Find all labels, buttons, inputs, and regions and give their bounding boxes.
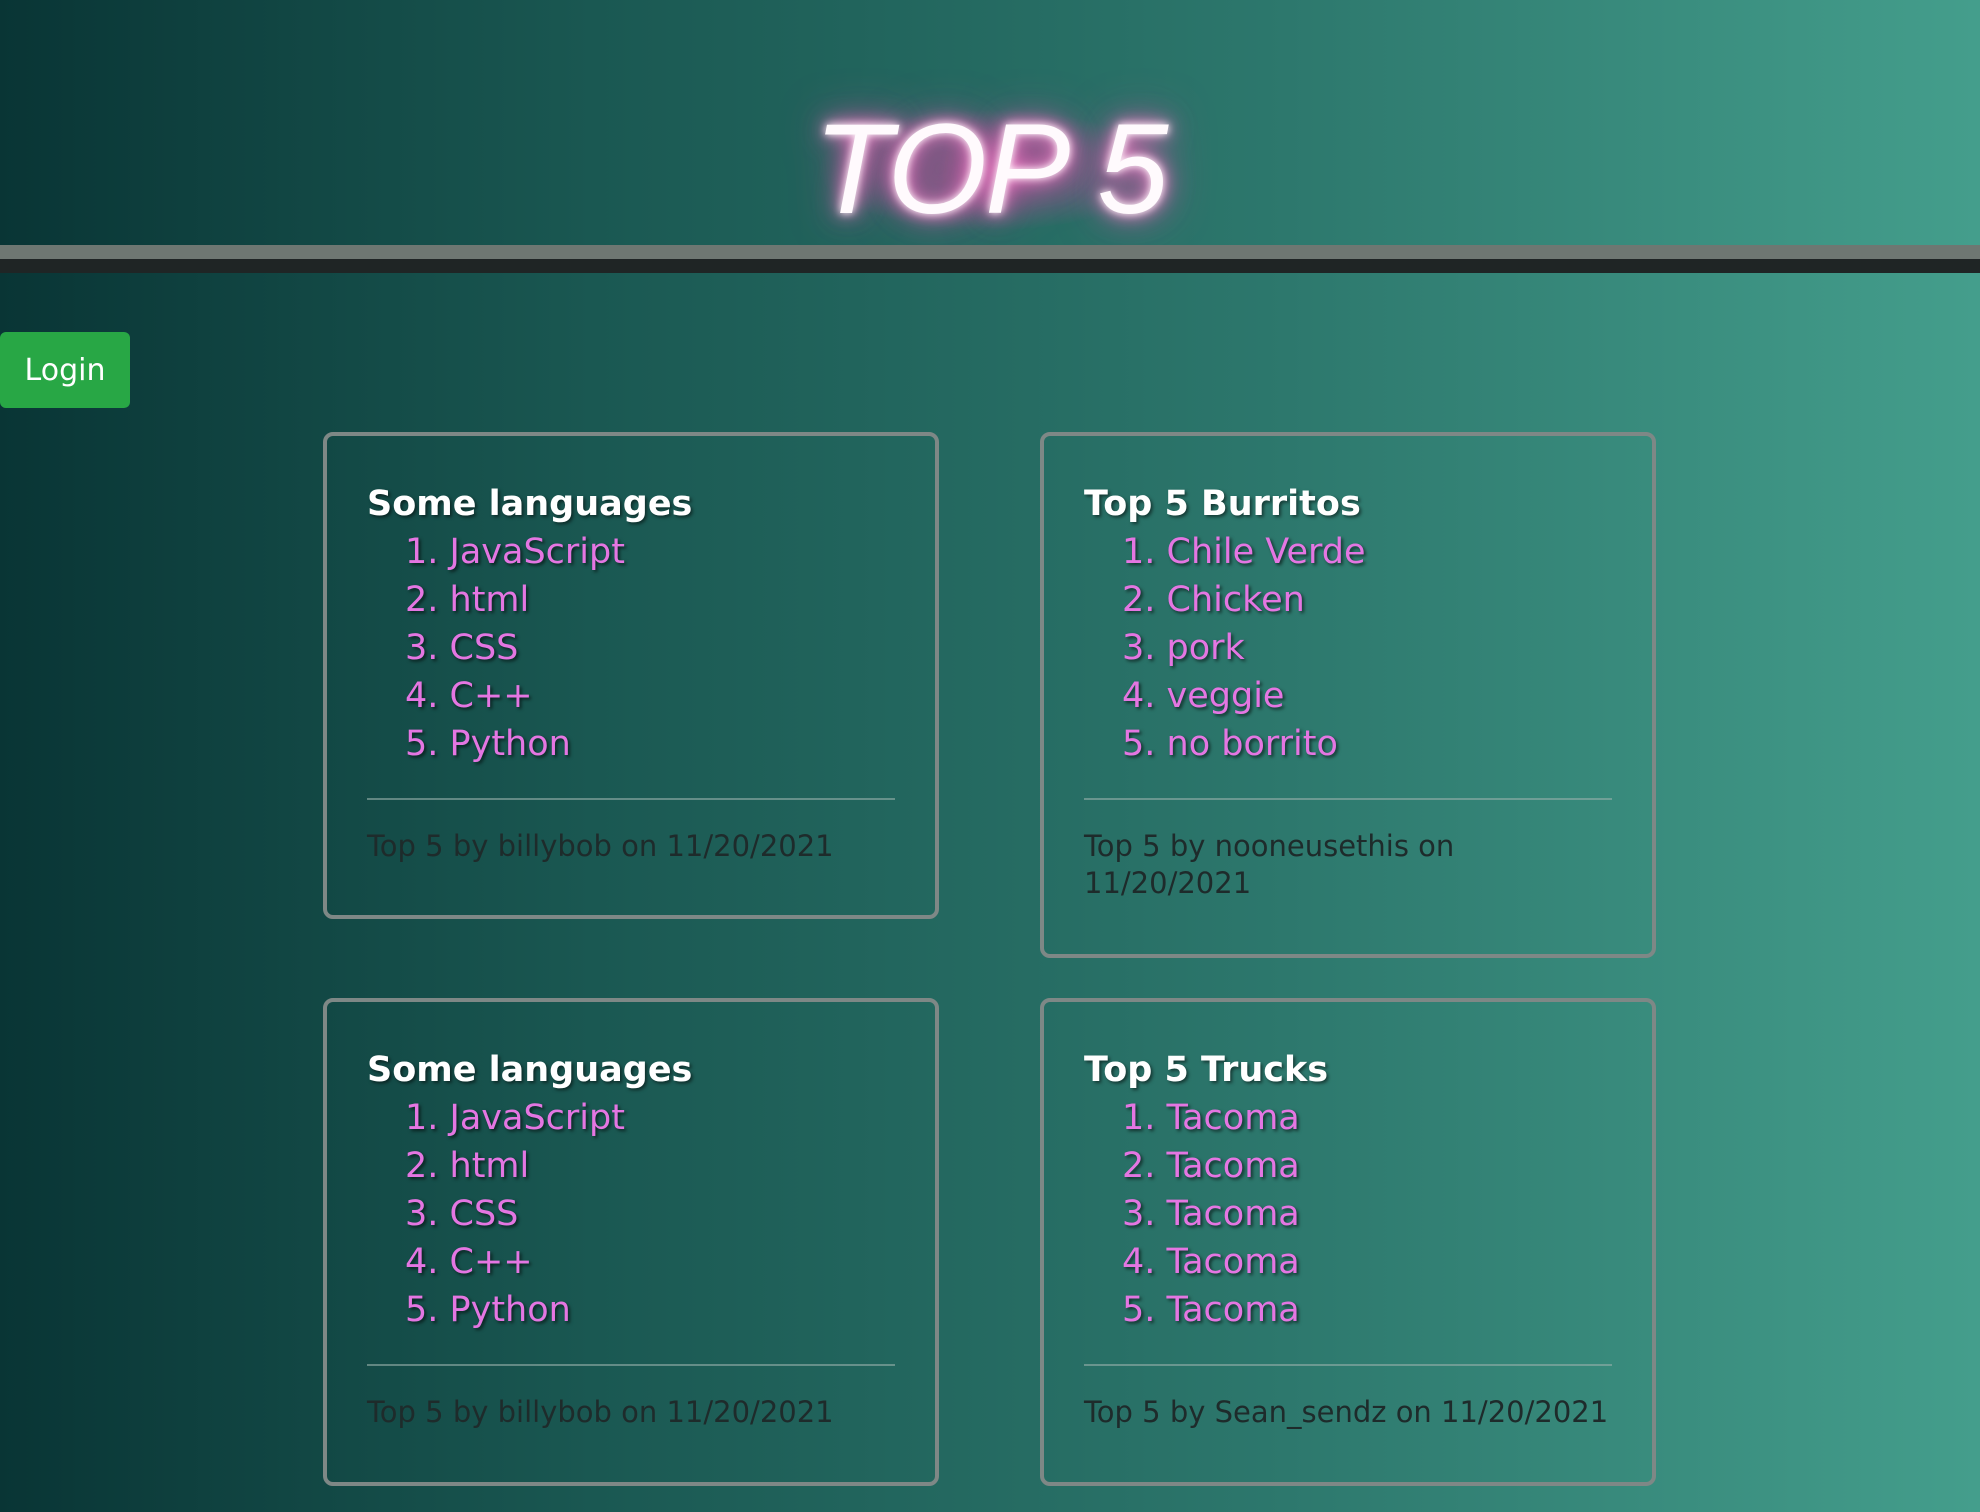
card-list-item: 1. Chile Verde bbox=[1122, 532, 1366, 572]
header-divider-dark bbox=[0, 259, 1980, 273]
card-divider bbox=[367, 798, 895, 800]
card-divider bbox=[1084, 1364, 1612, 1366]
card-list-item: 4. Tacoma bbox=[1122, 1242, 1300, 1282]
card-list-item: 4. C++ bbox=[405, 676, 533, 716]
card-author-line: Top 5 by nooneusethis on 11/20/2021 bbox=[1084, 829, 1455, 900]
card-list-item: 3. pork bbox=[1122, 628, 1245, 668]
card-item-list: 1. Chile Verde 2. Chicken 3. pork 4. veg… bbox=[1084, 528, 1612, 768]
card-list-item: 2. html bbox=[405, 1146, 530, 1186]
card-item-list: 1. JavaScript 2. html 3. CSS 4. C++ 5. P… bbox=[367, 1094, 895, 1334]
card-list-item: 4. C++ bbox=[405, 1242, 533, 1282]
top5-card[interactable]: Some languages 1. JavaScript 2. html 3. … bbox=[323, 432, 939, 919]
card-list-item: 3. CSS bbox=[405, 1194, 519, 1234]
page-title: TOP 5 bbox=[813, 98, 1169, 241]
card-list-item: 3. Tacoma bbox=[1122, 1194, 1300, 1234]
card-title: Some languages bbox=[367, 484, 693, 524]
top5-card[interactable]: Top 5 Trucks 1. Tacoma 2. Tacoma 3. Taco… bbox=[1040, 998, 1656, 1486]
card-author-line: Top 5 by Sean_sendz on 11/20/2021 bbox=[1084, 1395, 1609, 1429]
card-author-line: Top 5 by billybob on 11/20/2021 bbox=[367, 829, 834, 863]
card-list-item: 5. Python bbox=[405, 724, 571, 764]
login-button[interactable]: Login bbox=[0, 332, 130, 408]
card-list-item: 1. JavaScript bbox=[405, 1098, 625, 1138]
header-divider-light bbox=[0, 245, 1980, 259]
page-header: TOP 5 bbox=[0, 0, 1980, 245]
top5-card[interactable]: Top 5 Burritos 1. Chile Verde 2. Chicken… bbox=[1040, 432, 1656, 958]
card-title: Top 5 Trucks bbox=[1084, 1050, 1329, 1090]
card-title: Some languages bbox=[367, 1050, 693, 1090]
card-title: Top 5 Burritos bbox=[1084, 484, 1361, 524]
card-list-item: 1. Tacoma bbox=[1122, 1098, 1300, 1138]
top5-card[interactable]: Some languages 1. JavaScript 2. html 3. … bbox=[323, 998, 939, 1486]
card-item-list: 1. JavaScript 2. html 3. CSS 4. C++ 5. P… bbox=[367, 528, 895, 768]
card-list-item: 5. no borrito bbox=[1122, 724, 1338, 764]
card-author-line: Top 5 by billybob on 11/20/2021 bbox=[367, 1395, 834, 1429]
card-divider bbox=[367, 1364, 895, 1366]
card-list-item: 5. Python bbox=[405, 1290, 571, 1330]
card-list-item: 4. veggie bbox=[1122, 676, 1285, 716]
card-list-item: 5. Tacoma bbox=[1122, 1290, 1300, 1330]
card-list-item: 1. JavaScript bbox=[405, 532, 625, 572]
card-list-item: 2. Tacoma bbox=[1122, 1146, 1300, 1186]
card-item-list: 1. Tacoma 2. Tacoma 3. Tacoma 4. Tacoma … bbox=[1084, 1094, 1612, 1334]
card-divider bbox=[1084, 798, 1612, 800]
card-list-item: 3. CSS bbox=[405, 628, 519, 668]
card-list-item: 2. html bbox=[405, 580, 530, 620]
card-list-item: 2. Chicken bbox=[1122, 580, 1305, 620]
